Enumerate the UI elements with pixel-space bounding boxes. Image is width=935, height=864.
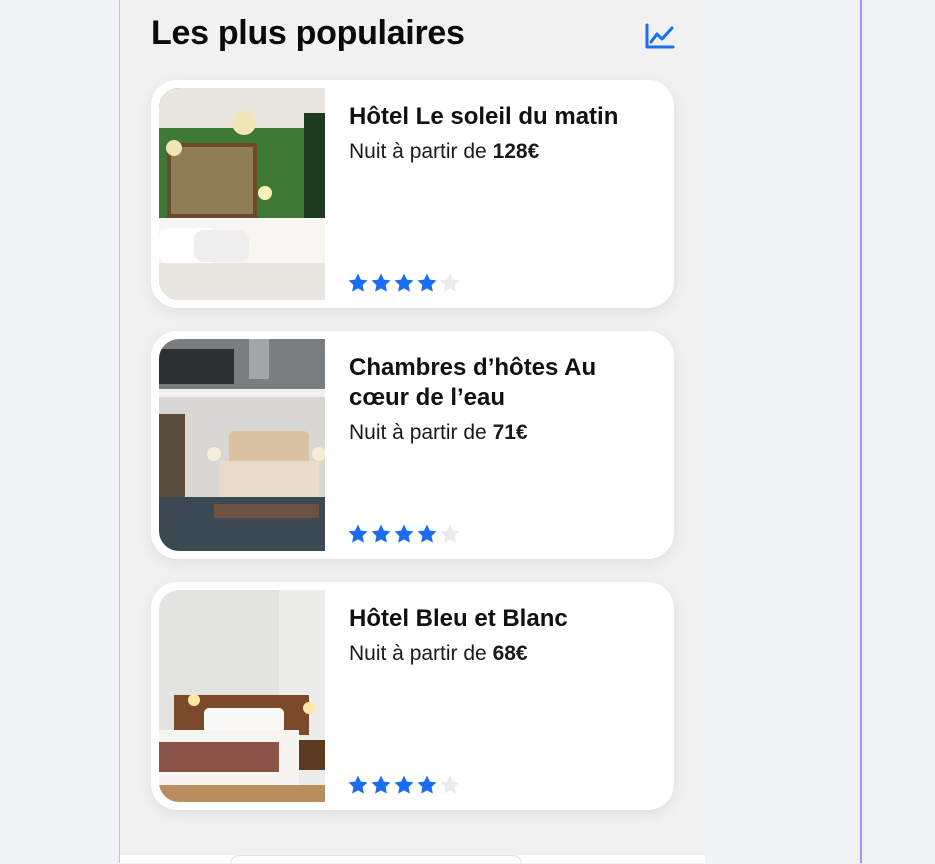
star-filled-icon: [371, 524, 391, 543]
bottom-navigation-bar: [120, 855, 705, 864]
hotel-card[interactable]: Chambres d’hôtes Au cœur de l’eau Nuit à…: [151, 331, 674, 559]
rating-stars: [347, 523, 462, 545]
star-filled-icon: [417, 273, 437, 292]
loft-bedroom-photo: [159, 339, 325, 551]
star-filled-icon: [394, 775, 414, 794]
star-empty-icon: [440, 273, 460, 292]
star-filled-icon: [371, 273, 391, 292]
rating-stars: [347, 272, 462, 294]
hotel-price: Nuit à partir de 71€: [349, 421, 528, 444]
hotel-card[interactable]: Hôtel Bleu et Blanc Nuit à partir de 68€: [151, 582, 674, 810]
hotel-price: Nuit à partir de 68€: [349, 642, 528, 665]
layout-guide-right: [860, 0, 862, 863]
rating-stars: [347, 774, 462, 796]
price-value: 71€: [492, 421, 528, 444]
star-filled-icon: [371, 775, 391, 794]
trending-chart-icon[interactable]: [644, 22, 676, 50]
star-empty-icon: [440, 524, 460, 543]
star-filled-icon: [348, 775, 368, 794]
classic-hotel-room-photo: [159, 590, 325, 802]
star-filled-icon: [394, 524, 414, 543]
green-hotel-room-photo: [159, 88, 325, 300]
hotel-card[interactable]: Hôtel Le soleil du matin Nuit à partir d…: [151, 80, 674, 308]
price-value: 128€: [492, 140, 540, 163]
price-value: 68€: [492, 642, 528, 665]
hotel-name: Hôtel Bleu et Blanc: [349, 605, 568, 632]
hotel-name: Hôtel Le soleil du matin: [349, 103, 619, 130]
section-title: Les plus populaires: [151, 14, 465, 52]
hotel-name: Chambres d’hôtes Au cœur de l’eau: [349, 354, 597, 411]
star-filled-icon: [348, 524, 368, 543]
star-filled-icon: [417, 524, 437, 543]
star-filled-icon: [417, 775, 437, 794]
star-filled-icon: [348, 273, 368, 292]
star-filled-icon: [394, 273, 414, 292]
star-empty-icon: [440, 775, 460, 794]
hotel-price: Nuit à partir de 128€: [349, 140, 540, 163]
